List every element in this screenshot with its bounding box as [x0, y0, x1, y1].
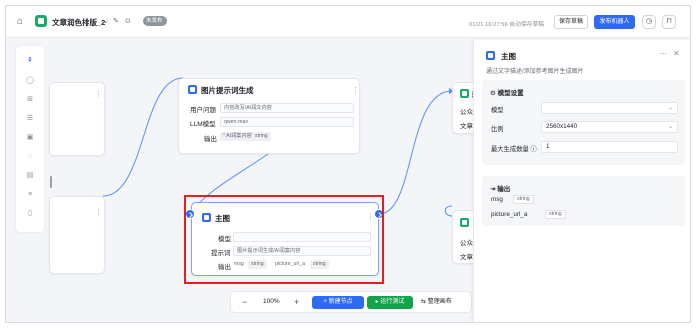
more-icon[interactable]: ⋮: [95, 91, 102, 98]
output-name: msg: [491, 196, 503, 203]
max-count-label: 最大生成数量 ⓘ: [491, 144, 537, 153]
rail-chat-icon[interactable]: ◯: [25, 76, 35, 86]
ratio-select[interactable]: 2560x1440 ⌄: [541, 121, 678, 133]
edit-icon[interactable]: ✎: [113, 17, 119, 26]
panel-title: 主图: [501, 52, 516, 61]
node-start-partial[interactable]: ⋮: [49, 82, 105, 156]
section-title: 模型设置: [497, 90, 524, 97]
close-icon[interactable]: ✕: [673, 50, 680, 58]
top-bar: ⌂ 文章润色排版_2 ⌄ ✎ ⊙ 未发布 01/21 16:27:56 自动保存…: [6, 6, 690, 38]
rail-layers-icon[interactable]: ☰: [25, 114, 35, 124]
image-node-icon: [486, 51, 495, 60]
node-settings-panel: 主图 ⋯ ✕ 通过文字描述/添加参考图片生成图片 ⚙ 模型设置 模型 ⌄ 比例 …: [473, 40, 690, 322]
max-count-text: 最大生成数量: [491, 146, 529, 153]
model-select[interactable]: ⌄: [541, 102, 678, 114]
home-icon[interactable]: ⌂: [17, 17, 27, 27]
zoom-in-icon[interactable]: +: [294, 296, 299, 308]
app-title: 文章润色排版_2: [52, 18, 106, 27]
zoom-out-icon[interactable]: −: [242, 296, 247, 308]
output-type-tag: string: [252, 132, 271, 141]
autosave-status: 01/21 16:27:56 自动保存草稿: [469, 22, 545, 28]
save-draft-button[interactable]: 保存草稿: [554, 15, 588, 29]
edge-main-to-right-bottom: [444, 205, 453, 217]
run-test-label: 运行测试: [380, 299, 405, 305]
scroll-handle[interactable]: [50, 176, 52, 188]
publish-bot-button[interactable]: 发布机器人: [594, 15, 635, 29]
tidy-canvas-button[interactable]: ⇆ 整理画布: [421, 296, 465, 309]
chevron-down-icon[interactable]: ⌄: [103, 17, 109, 26]
node-icon: [460, 218, 469, 227]
row-value: 内容改写/AI润文内容: [220, 103, 354, 113]
settings-icon: ⚙: [490, 90, 498, 97]
more-icon[interactable]: ⋮: [95, 209, 102, 216]
rail-select-icon[interactable]: ⇞: [25, 56, 35, 66]
help-icon[interactable]: ⓘ: [531, 146, 537, 153]
chevron-down-icon: ⌄: [667, 105, 673, 111]
node-title: 图片提示词生成: [201, 86, 254, 95]
lock-icon[interactable]: ⊓: [662, 15, 676, 29]
tidy-icon: ⇆: [421, 299, 428, 305]
selection-highlight: [184, 195, 384, 284]
row-label: 用户问题: [190, 107, 216, 114]
node-left-lower-partial[interactable]: ⋮: [49, 196, 105, 274]
edge-start-to-image-prompt: [102, 77, 184, 197]
edge-main-to-right-top: [378, 90, 453, 215]
left-rail: ⇞ ◯ ⊞ ☰ ▣ ◌ ▤ ≡ ▯: [16, 46, 44, 232]
app-window: ⌂ 文章润色排版_2 ⌄ ✎ ⊙ 未发布 01/21 16:27:56 自动保存…: [5, 5, 691, 323]
row-label: 文章: [460, 254, 473, 261]
tidy-canvas-label: 整理画布: [427, 299, 452, 305]
chevron-down-icon: ⌄: [667, 124, 673, 130]
history-icon[interactable]: ◷: [642, 15, 656, 29]
add-node-button[interactable]: + 新建节点: [312, 296, 364, 309]
output-name: picture_url_a: [491, 211, 528, 218]
ratio-value: 2560x1440: [546, 123, 578, 130]
app-logo-icon: [35, 15, 47, 27]
canvas-toolbar: − 100% + + 新建节点 ▸ 运行测试 ⇆ 整理画布: [231, 292, 471, 312]
rail-list-icon[interactable]: ≡: [25, 190, 35, 200]
rail-grid-icon[interactable]: ⊞: [25, 95, 35, 105]
output-label: 输出: [204, 136, 217, 143]
node-image-prompt[interactable]: 图片提示词生成 ⋮ 用户问题 内容改写/AI润文内容 LLM模型 qwen-ma…: [178, 78, 360, 154]
output-type-tag: string: [513, 195, 534, 204]
model-label: 模型: [491, 107, 504, 114]
row-label: 公众: [460, 240, 473, 247]
output-section: ⇥ 输出 msg string picture_url_a string: [482, 176, 685, 226]
rail-comment-icon[interactable]: ◌: [25, 152, 35, 162]
panel-description: 通过文字描述/添加参考图片生成图片: [486, 69, 584, 75]
rail-file-icon[interactable]: ▯: [25, 209, 35, 219]
model-settings-header[interactable]: ⚙ 模型设置: [490, 87, 524, 97]
run-test-button[interactable]: ▸ 运行测试: [367, 296, 413, 309]
model-settings-section: ⚙ 模型设置 模型 ⌄ 比例 2560x1440 ⌄ 最大生成数量 ⓘ 1: [482, 80, 685, 165]
rail-image-icon[interactable]: ▣: [25, 133, 35, 143]
output-header[interactable]: ⇥ 输出: [490, 183, 510, 193]
max-count-input[interactable]: 1: [541, 141, 678, 153]
ratio-label: 比例: [491, 126, 504, 133]
output-var-tag: * AI润案内容: [220, 132, 255, 141]
zoom-level: 100%: [263, 298, 280, 305]
row-label: LLM模型: [190, 121, 216, 128]
row-value: qwen-max: [220, 117, 354, 127]
more-icon[interactable]: ⋮: [352, 87, 359, 94]
llm-node-icon: [188, 85, 197, 94]
more-icon[interactable]: ⋯: [659, 50, 667, 58]
info-icon[interactable]: ⊙: [125, 17, 131, 26]
section-title: 输出: [497, 186, 511, 193]
status-badge: 未发布: [143, 16, 167, 26]
node-icon: [460, 89, 469, 98]
output-type-tag: string: [545, 210, 566, 219]
rail-box-icon[interactable]: ▤: [25, 171, 35, 181]
